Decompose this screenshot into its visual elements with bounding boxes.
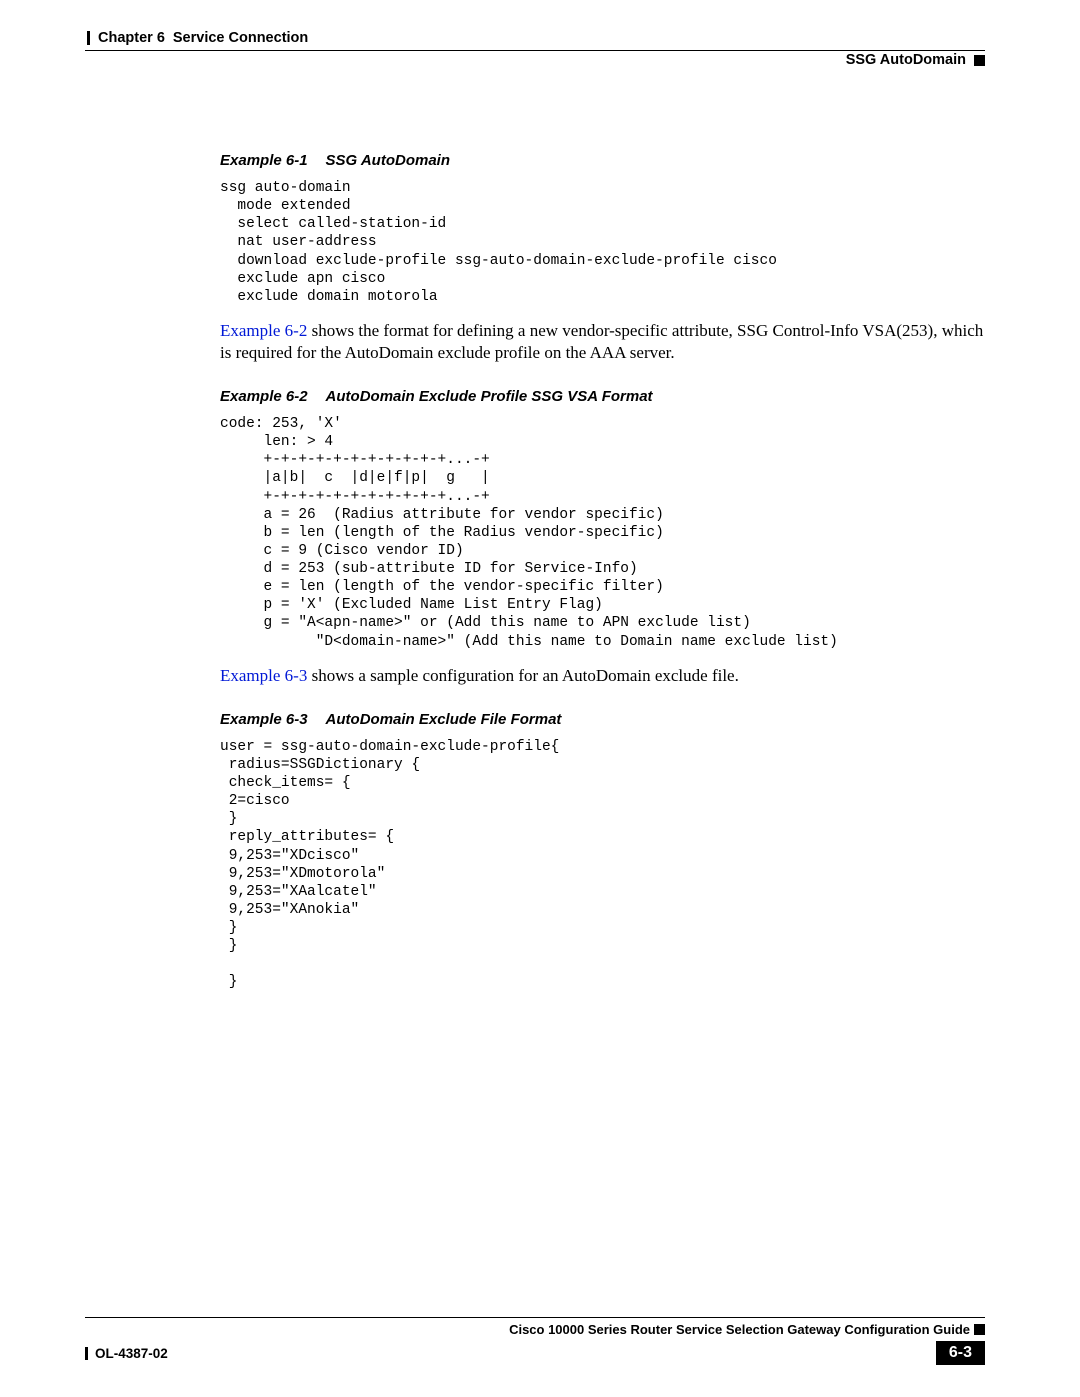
header-rule — [85, 50, 985, 51]
example-1-heading: Example 6-1 SSG AutoDomain — [220, 152, 985, 169]
chapter-title: Service Connection — [173, 30, 308, 46]
example-2-code: code: 253, 'X' len: > 4 +-+-+-+-+-+-+-+-… — [220, 415, 985, 651]
example-3-title: AutoDomain Exclude File Format — [326, 711, 562, 728]
doc-id-text: OL-4387-02 — [95, 1346, 168, 1361]
example-2-heading: Example 6-2 AutoDomain Exclude Profile SS… — [220, 388, 985, 405]
footer-guide-title: Cisco 10000 Series Router Service Select… — [85, 1322, 974, 1337]
page-footer: Cisco 10000 Series Router Service Select… — [85, 1317, 985, 1365]
header-bar-icon — [87, 31, 90, 45]
footer-rule — [85, 1317, 985, 1318]
example-2-link[interactable]: Example 6-2 — [220, 321, 307, 340]
example-3-label: Example 6-3 — [220, 711, 308, 728]
example-3-heading: Example 6-3 AutoDomain Exclude File Forma… — [220, 711, 985, 728]
example-1-title: SSG AutoDomain — [326, 152, 450, 169]
paragraph-2: Example 6-3 shows a sample configuration… — [220, 665, 985, 687]
page-header: Chapter 6 Service Connection SSG AutoDom… — [85, 30, 985, 76]
footer-square-icon — [974, 1324, 985, 1335]
example-2-title: AutoDomain Exclude Profile SSG VSA Forma… — [326, 388, 653, 405]
chapter-label: Chapter 6 — [98, 30, 165, 46]
example-3-link[interactable]: Example 6-3 — [220, 666, 307, 685]
example-1-code: ssg auto-domain mode extended select cal… — [220, 179, 985, 306]
chapter-heading: Chapter 6 Service Connection — [87, 30, 308, 46]
main-content: Example 6-1 SSG AutoDomain ssg auto-domai… — [220, 152, 985, 992]
section-heading: SSG AutoDomain — [846, 52, 985, 68]
footer-bar-icon — [85, 1347, 88, 1360]
paragraph-2-text: shows a sample configuration for an Auto… — [307, 666, 739, 685]
page-number: 6-3 — [936, 1341, 985, 1365]
example-2-label: Example 6-2 — [220, 388, 308, 405]
paragraph-1-text: shows the format for defining a new vend… — [220, 321, 983, 362]
example-3-code: user = ssg-auto-domain-exclude-profile{ … — [220, 738, 985, 992]
section-title: SSG AutoDomain — [846, 52, 966, 68]
example-1-label: Example 6-1 — [220, 152, 308, 169]
header-square-icon — [974, 55, 985, 66]
paragraph-1: Example 6-2 shows the format for definin… — [220, 320, 985, 364]
doc-id: OL-4387-02 — [85, 1346, 168, 1361]
